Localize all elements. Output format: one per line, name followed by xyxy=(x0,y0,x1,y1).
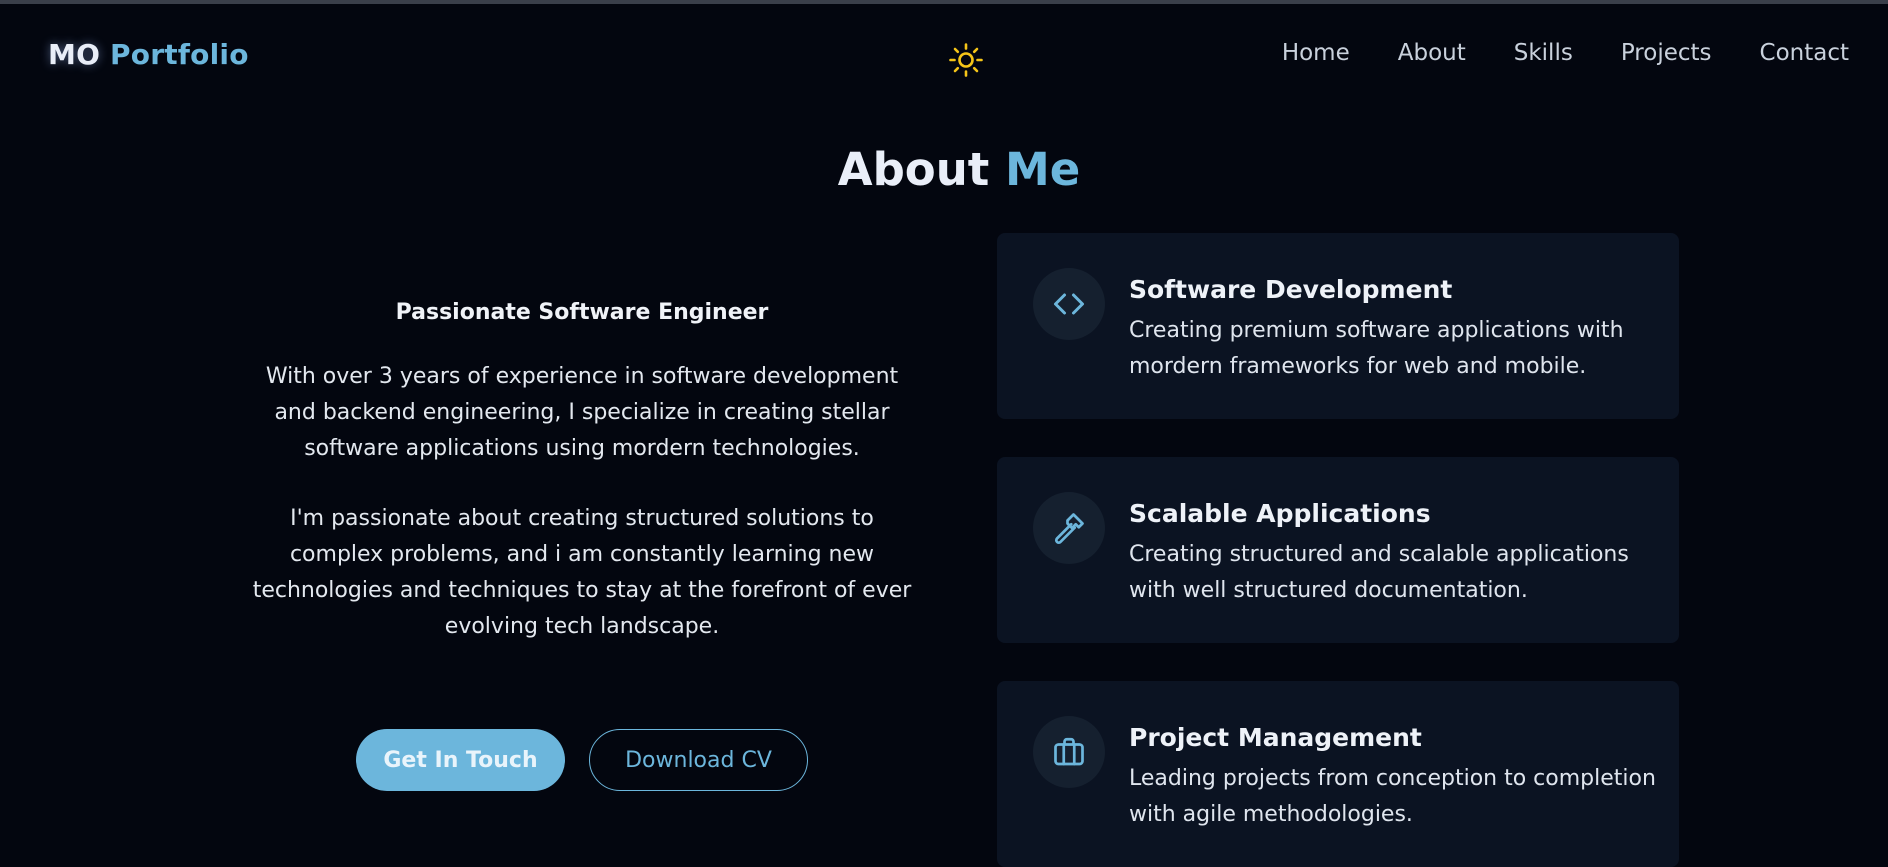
intro-paragraph-2: I'm passionate about creating structured… xyxy=(252,506,912,639)
sun-icon xyxy=(949,43,983,77)
nav-home-link[interactable]: Home xyxy=(1282,40,1350,66)
card-description: Leading projects from conception to comp… xyxy=(1129,766,1656,827)
card-title: Project Management xyxy=(1129,723,1422,752)
intro-heading: Passionate Software Engineer xyxy=(395,300,769,325)
card-title: Scalable Applications xyxy=(1129,499,1431,528)
intro-paragraph-1: With over 3 years of experience in softw… xyxy=(265,364,899,461)
card-icon-wrapper xyxy=(1033,716,1105,788)
download-cv-button[interactable]: Download CV xyxy=(589,729,808,791)
get-in-touch-button[interactable]: Get In Touch xyxy=(356,729,565,791)
nav-contact-link[interactable]: Contact xyxy=(1760,40,1849,66)
card-software-development: Software Development Creating premium so… xyxy=(997,233,1679,419)
card-description: Creating premium software applications w… xyxy=(1129,318,1624,379)
card-project-management: Project Management Leading projects from… xyxy=(997,681,1679,867)
brand-logo[interactable]: MO Portfolio xyxy=(48,38,249,71)
card-icon-wrapper xyxy=(1033,268,1105,340)
brand-prefix: MO xyxy=(48,38,101,71)
card-title: Software Development xyxy=(1129,275,1453,304)
hammer-icon xyxy=(1055,513,1084,544)
brand-highlight: Portfolio xyxy=(110,38,249,71)
card-icon-wrapper xyxy=(1033,492,1105,564)
nav-menu: Home About Skills Projects Contact xyxy=(1282,40,1849,66)
section-title-highlight: Me xyxy=(1004,143,1081,197)
nav-skills-link[interactable]: Skills xyxy=(1514,40,1573,66)
card-description: Creating structured and scalable applica… xyxy=(1129,542,1629,603)
briefcase-icon xyxy=(1054,737,1084,766)
code-icon xyxy=(1054,293,1084,315)
theme-toggle-button[interactable] xyxy=(946,40,986,80)
cta-buttons: Get In Touch Download CV xyxy=(356,729,808,791)
nav-about-link[interactable]: About xyxy=(1398,40,1466,66)
card-scalable-applications: Scalable Applications Creating structure… xyxy=(997,457,1679,643)
section-title: About Me xyxy=(0,143,1888,196)
about-intro: Passionate Software Engineer With over 3… xyxy=(242,300,922,679)
section-title-word: About xyxy=(837,143,990,197)
nav-projects-link[interactable]: Projects xyxy=(1621,40,1712,66)
navbar: MO Portfolio Home About Skills Projects … xyxy=(0,4,1888,108)
